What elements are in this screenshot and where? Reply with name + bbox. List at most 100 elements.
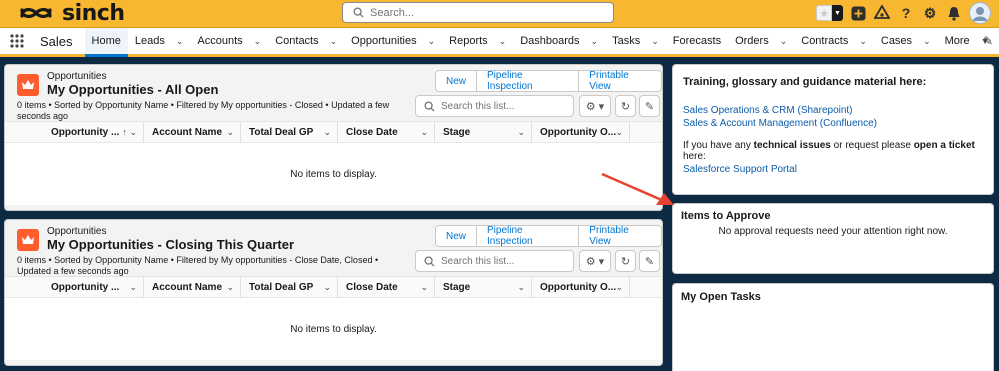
- inline-edit-button[interactable]: ✎: [639, 250, 660, 272]
- chevron-down-icon[interactable]: ⌄: [254, 36, 262, 47]
- list-settings-button[interactable]: ⚙ ▾: [579, 250, 611, 272]
- nav-tab-label: More: [944, 35, 970, 47]
- column-header-opportunity-name[interactable]: Opportunity ... ⌄: [43, 277, 144, 298]
- chevron-down-icon[interactable]: ⌄: [226, 127, 234, 138]
- favorites-dropdown-icon[interactable]: ▼: [832, 5, 843, 21]
- sales-ops-sharepoint-link[interactable]: Sales Operations & CRM (Sharepoint): [683, 105, 983, 116]
- help-icon[interactable]: ?: [897, 4, 915, 22]
- chevron-down-icon[interactable]: ⌄: [323, 282, 331, 293]
- chevron-down-icon[interactable]: ⌄: [517, 282, 525, 293]
- nav-tab-contracts[interactable]: Contracts ⌄: [794, 28, 874, 54]
- search-icon: [353, 7, 364, 18]
- column-header-account-name[interactable]: Account Name ⌄: [144, 277, 241, 298]
- nav-tab-label: Cases: [880, 35, 913, 47]
- nav-tab-label: Home: [91, 35, 121, 47]
- new-button[interactable]: New: [436, 226, 478, 246]
- list-search-input[interactable]: Search this list...: [415, 95, 574, 117]
- object-label: Opportunities: [47, 226, 107, 237]
- app-launcher-icon[interactable]: [0, 33, 34, 49]
- chevron-down-icon[interactable]: ⌄: [323, 127, 331, 138]
- column-header-total-deal-gp[interactable]: Total Deal GP ⌄: [241, 122, 338, 143]
- column-header-stage[interactable]: Stage ⌄: [435, 277, 532, 298]
- star-icon[interactable]: ★: [816, 5, 832, 21]
- chevron-down-icon[interactable]: ⌄: [428, 36, 436, 47]
- nav-tab-label: Leads: [134, 35, 165, 47]
- chevron-down-icon[interactable]: ⌄: [420, 282, 428, 293]
- column-header-account-name[interactable]: Account Name ⌄: [144, 122, 241, 143]
- chevron-down-icon[interactable]: ⌄: [330, 36, 338, 47]
- support-portal-link[interactable]: Salesforce Support Portal: [683, 164, 983, 175]
- column-header-opportunity-owner[interactable]: Opportunity O... ⌄: [532, 277, 630, 298]
- column-header-opportunity-name[interactable]: Opportunity ... ↑ ⌄: [43, 122, 144, 143]
- chevron-down-icon[interactable]: ⌄: [615, 282, 623, 293]
- inline-edit-button[interactable]: ✎: [639, 95, 660, 117]
- nav-tab-dashboards[interactable]: Dashboards ⌄: [513, 28, 605, 54]
- list-settings-button[interactable]: ⚙ ▾: [579, 95, 611, 117]
- column-header-close-date[interactable]: Close Date ⌄: [338, 277, 435, 298]
- nav-tab-label: Contracts: [801, 35, 849, 47]
- sinch-logo[interactable]: sinch: [18, 1, 125, 26]
- column-label: Account Name: [152, 127, 223, 138]
- sort-arrow-icon[interactable]: ↑ ⌄: [122, 127, 137, 138]
- chevron-down-icon[interactable]: ⌄: [517, 127, 525, 138]
- app-name: Sales: [40, 33, 73, 49]
- column-label: Opportunity ...: [51, 282, 120, 293]
- chevron-down-icon[interactable]: ⌄: [780, 36, 788, 47]
- chevron-down-icon[interactable]: ⌄: [176, 36, 184, 47]
- pipeline-inspection-button[interactable]: Pipeline Inspection: [477, 70, 580, 92]
- nav-tab-home[interactable]: Home: [84, 28, 128, 57]
- list-search-input[interactable]: Search this list...: [415, 250, 574, 272]
- chevron-down-icon[interactable]: ⌄: [226, 282, 234, 293]
- refresh-button[interactable]: ↻: [615, 250, 636, 272]
- nav-tab-reports[interactable]: Reports ⌄: [442, 28, 513, 54]
- pipeline-inspection-button[interactable]: Pipeline Inspection: [477, 225, 580, 247]
- column-label: Account Name: [152, 282, 223, 293]
- nav-tab-opportunities[interactable]: Opportunities ⌄: [344, 28, 442, 54]
- list-view-meta: 0 items • Sorted by Opportunity Name • F…: [17, 255, 379, 276]
- trailhead-icon[interactable]: [873, 4, 891, 22]
- gear-icon[interactable]: ⚙: [921, 4, 939, 22]
- new-button[interactable]: New: [436, 71, 478, 91]
- printable-view-button[interactable]: Printable View: [579, 225, 661, 247]
- chevron-down-icon[interactable]: ⌄: [129, 282, 137, 293]
- refresh-icon: ↻: [620, 255, 631, 268]
- table-header-row: Opportunity ... ↑ ⌄ Account Name ⌄ Total D…: [5, 121, 662, 143]
- chevron-down-icon[interactable]: ⌄: [420, 127, 428, 138]
- list-view-title[interactable]: My Opportunities - All Open: [47, 82, 218, 97]
- edit-nav-pencil-icon[interactable]: ✎: [983, 34, 993, 48]
- column-header-opportunity-owner[interactable]: Opportunity O... ⌄: [532, 122, 630, 143]
- nav-tab-tasks[interactable]: Tasks ⌄: [605, 28, 666, 54]
- list-view-title[interactable]: My Opportunities - Closing This Quarter: [47, 237, 294, 252]
- sales-account-confluence-link[interactable]: Sales & Account Management (Confluence): [683, 118, 983, 129]
- support-text: or request please: [830, 140, 914, 151]
- refresh-button[interactable]: ↻: [615, 95, 636, 117]
- bell-icon[interactable]: [945, 4, 963, 22]
- chevron-down-icon[interactable]: ⌄: [859, 36, 867, 47]
- nav-tab-leads[interactable]: Leads ⌄: [128, 28, 191, 54]
- favorites-control[interactable]: ★ ▼: [816, 5, 843, 21]
- column-label: Opportunity ...: [51, 127, 120, 138]
- chevron-down-icon[interactable]: ⌄: [923, 36, 931, 47]
- column-label: Stage: [443, 282, 471, 293]
- header-utility-icons: ★ ▼ ? ⚙: [816, 2, 991, 24]
- global-search-input[interactable]: Search...: [342, 2, 614, 23]
- add-icon[interactable]: [849, 4, 867, 22]
- nav-tab-contacts[interactable]: Contacts ⌄: [268, 28, 344, 54]
- column-header-close-date[interactable]: Close Date ⌄: [338, 122, 435, 143]
- support-instructions: If you have any technical issues or requ…: [683, 140, 983, 162]
- nav-tab-forecasts[interactable]: Forecasts: [666, 28, 728, 54]
- nav-tab-orders[interactable]: Orders ⌄: [728, 28, 794, 54]
- search-placeholder: Search this list...: [441, 100, 515, 112]
- nav-tab-accounts[interactable]: Accounts ⌄: [190, 28, 268, 54]
- list-view-meta: 0 items • Sorted by Opportunity Name • F…: [17, 100, 390, 121]
- chevron-down-icon[interactable]: ⌄: [615, 127, 623, 138]
- user-avatar[interactable]: [969, 2, 991, 24]
- printable-view-button[interactable]: Printable View: [579, 70, 661, 92]
- chevron-down-icon[interactable]: ⌄: [591, 36, 599, 47]
- column-header-total-deal-gp[interactable]: Total Deal GP ⌄: [241, 277, 338, 298]
- nav-tab-cases[interactable]: Cases ⌄: [874, 28, 938, 54]
- chevron-down-icon[interactable]: ⌄: [651, 36, 659, 47]
- support-text: here:: [683, 151, 706, 162]
- column-header-stage[interactable]: Stage ⌄: [435, 122, 532, 143]
- chevron-down-icon[interactable]: ⌄: [499, 36, 507, 47]
